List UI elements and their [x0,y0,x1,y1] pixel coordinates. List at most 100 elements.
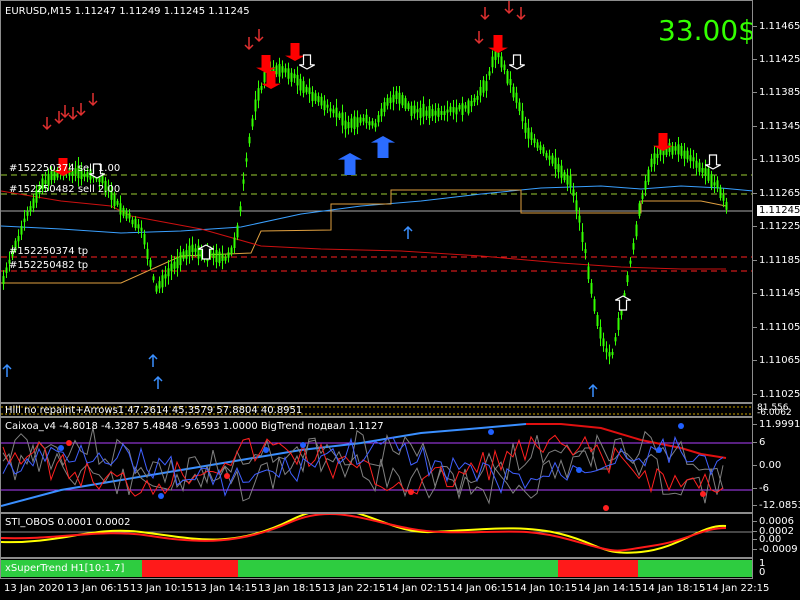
candle-body [185,250,188,259]
candle-body [128,213,131,219]
candle-body [314,93,317,101]
candle-body [629,260,632,264]
candle-body [113,194,116,207]
tp-label-1[interactable]: #152250374 tp [9,246,88,257]
candle-body [215,250,218,263]
candle-body [5,267,8,273]
thin-sell-arrow-icon [254,29,264,43]
candle-body [323,100,326,111]
ma-orange-line [1,189,727,284]
candle-body [152,276,155,281]
buy-arrow-icon [370,136,396,158]
candle-body [392,94,395,103]
candle-body [635,224,638,237]
candle-body [455,107,458,115]
candle-body [356,117,359,128]
order-label-2[interactable]: #152250482 sell 2.00 [9,184,120,195]
candle-body [506,70,509,84]
candle-body [413,105,416,114]
hill-indicator-pane[interactable]: Hill no repaint+Arrows1 47.2614 45.3579 … [0,403,753,417]
supertrend-indicator-pane[interactable]: xSuperTrend H1[10:1.7] [0,558,753,579]
candle-body [632,243,635,250]
candle-body [671,146,674,155]
candle-body [407,103,410,110]
caixoa-indicator-title: Caixoa_v4 -4.8018 -4.3287 5.4848 -9.6593… [5,421,384,432]
candle-body [275,65,278,75]
candle-body [578,215,581,223]
candle-body [596,315,599,327]
candle-body [554,157,557,170]
caixoa-indicator-pane[interactable]: Caixoa_v4 -4.8018 -4.3287 5.4848 -9.6593… [0,417,753,513]
thin-sell-arrow-icon [516,7,526,21]
time-tick: 13 Jan 18:15 [258,583,322,594]
price-tick: 1.11185 [752,255,800,266]
candle-body [191,244,194,253]
candle-body [617,317,620,330]
candle-body [677,144,680,155]
time-tick: 13 Jan 22:15 [322,583,386,594]
candle-body [383,102,386,112]
caixoa-signal-dot [66,440,72,446]
candle-body [380,108,383,117]
candle-body [23,218,26,223]
candle-body [491,56,494,68]
main-chart-pane[interactable]: EURUSD,M15 1.11247 1.11249 1.11245 1.112… [0,0,753,403]
candle-body [458,105,461,110]
supertrend-scale: 1 0 [753,558,800,579]
candle-body [449,106,452,113]
time-axis[interactable]: 13 Jan 2020 13 Jan 06:15 13 Jan 10:15 13… [0,579,800,600]
candle-body [497,52,500,58]
price-tick: 1.11345 [752,121,800,132]
candle-body [143,234,146,245]
candle-body [536,142,539,148]
candle-body [488,71,491,76]
candle-body [221,253,224,261]
candle-body [362,117,365,122]
candle-body [614,337,617,342]
caixoa-band-upper [2,427,724,505]
candle-body [305,86,308,93]
candle-body [161,275,164,288]
candle-body [410,105,413,117]
candle-body [395,91,398,100]
candle-body [446,109,449,113]
candle-body [461,103,464,115]
caixoa-scale-tick: -6 [753,483,769,494]
candle-body [518,102,521,112]
price-tick: 1.11065 [752,355,800,366]
thin-sell-arrow-icon [42,117,52,131]
candle-body [611,352,614,356]
candle-body [707,168,710,181]
outline-down-arrow-icon [509,54,525,70]
supertrend-bar-up-2 [238,560,558,577]
candle-body [524,122,527,133]
sti-indicator-pane[interactable]: STI_OBOS 0.0001 0.0002 [0,513,753,558]
candle-body [419,107,422,118]
candle-body [482,80,485,93]
tp-label-2[interactable]: #152250482 tp [9,260,88,271]
candle-body [335,107,338,118]
candle-body [542,147,545,154]
candle-body [557,164,560,173]
candle-body [251,118,254,127]
candle-body [20,225,23,235]
candle-body [2,276,5,284]
candle-body [284,68,287,73]
candle-body [182,251,185,259]
candle-body [569,175,572,187]
time-tick: 13 Jan 06:15 [66,583,130,594]
caixoa-scale: 11.9991 6 0.00 -6 -12.0853 [752,417,800,513]
candle-body [242,179,245,184]
candle-body [692,157,695,162]
supertrend-bar-down-2 [558,560,638,577]
candle-body [137,224,140,229]
order-label-1[interactable]: #152250374 sell 1.00 [9,163,120,174]
candle-body [545,152,548,158]
sell-arrow-icon [488,35,508,53]
price-scale[interactable]: 1.11465 1.11425 1.11385 1.11345 1.11305 … [752,0,800,403]
candle-body [575,200,578,211]
price-tick: 1.11385 [752,87,800,98]
candle-body [641,195,644,199]
candle-body [722,194,725,201]
outline-down-arrow-icon [705,154,721,170]
